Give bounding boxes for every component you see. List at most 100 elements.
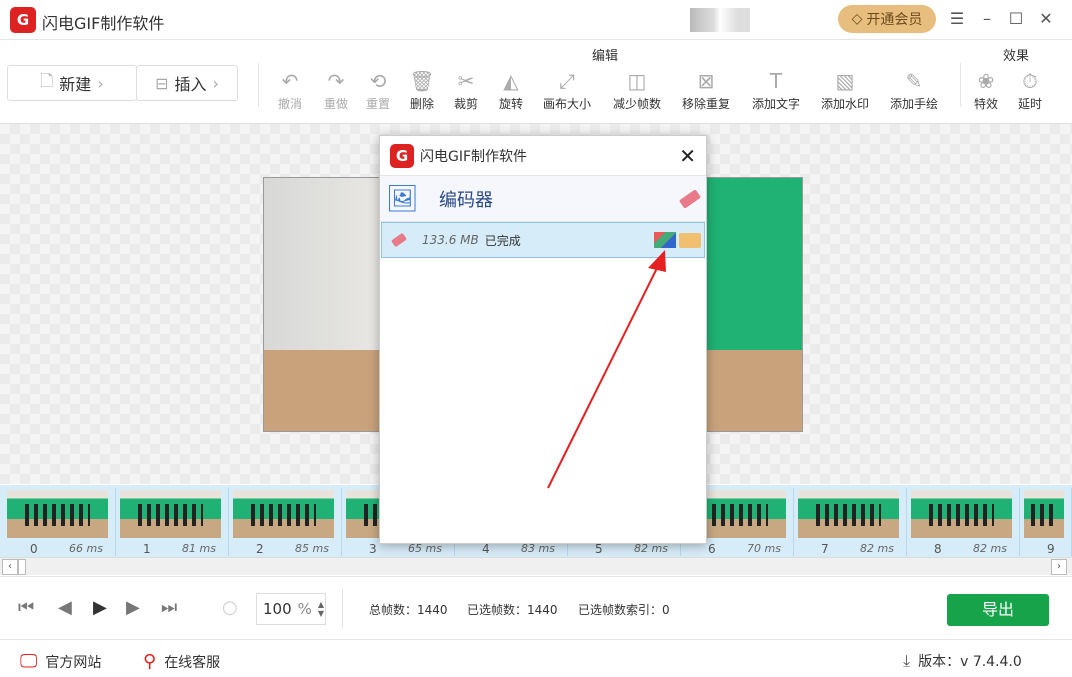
tool-6[interactable]: ⤢ 画布大小 xyxy=(537,69,597,112)
frame-thumbnail[interactable]: 2 85 ms xyxy=(231,488,342,556)
tool-icon: ✂ xyxy=(457,69,475,93)
frame-index: 7 xyxy=(821,542,829,556)
frame-image xyxy=(120,490,221,538)
tool-label: 添加手绘 xyxy=(889,97,938,111)
first-frame-icon[interactable]: ⏮ xyxy=(18,597,34,618)
frame-index: 5 xyxy=(595,542,603,556)
scroll-right-button[interactable]: › xyxy=(1051,559,1067,575)
tool-12[interactable]: ❀ 特效 xyxy=(964,69,1008,112)
tool-8[interactable]: ⊠ 移除重复 xyxy=(676,69,736,112)
export-button[interactable]: 导出 xyxy=(947,594,1049,626)
menu-icon[interactable]: ☰ xyxy=(946,8,968,30)
encoder-title: 编码器 xyxy=(439,189,494,211)
frame-thumbnail[interactable]: 7 82 ms xyxy=(796,488,907,556)
tool-label: 重置 xyxy=(365,97,390,111)
tool-label: 延时 xyxy=(1017,97,1042,111)
tool-10[interactable]: ▧ 添加水印 xyxy=(815,69,875,112)
frame-index: 9 xyxy=(1047,542,1055,556)
close-button[interactable]: ✕ xyxy=(1035,8,1057,30)
vip-button[interactable]: ◇ 开通会员 xyxy=(838,5,936,33)
website-link[interactable]: 🖵 官方网站 xyxy=(20,651,101,672)
dialog-close-button[interactable]: ✕ xyxy=(679,144,696,168)
tool-11[interactable]: ✎ 添加手绘 xyxy=(884,69,944,112)
tool-icon: ❀ xyxy=(977,69,995,93)
prev-frame-icon[interactable]: ◀ xyxy=(58,597,72,618)
scroll-left-button[interactable]: ‹ xyxy=(2,559,18,575)
annotation-arrow xyxy=(547,250,666,489)
insert-button[interactable]: ⊟ 插入 › xyxy=(136,65,238,101)
tool-label: 删除 xyxy=(409,97,434,111)
tool-label: 画布大小 xyxy=(542,97,591,111)
frame-delay: 81 ms xyxy=(182,542,216,555)
clear-all-eraser-icon[interactable] xyxy=(678,189,702,209)
new-file-icon: 🗋 xyxy=(40,70,54,90)
frame-image xyxy=(7,490,108,538)
frame-thumbnail[interactable]: 1 81 ms xyxy=(118,488,229,556)
selected-frames: 已选帧数：1440 xyxy=(467,603,558,617)
frame-delay: 85 ms xyxy=(295,542,329,555)
horizontal-scrollbar[interactable]: ‹ › xyxy=(0,557,1072,575)
maximize-button[interactable]: ☐ xyxy=(1005,8,1027,30)
frame-index: 3 xyxy=(369,542,377,556)
support-label: 在线客服 xyxy=(164,654,221,671)
divider xyxy=(342,589,343,629)
tool-icon: ◫ xyxy=(627,69,647,93)
tool-13[interactable]: ⏱ 延时 xyxy=(1008,69,1052,112)
tool-icon: ↶ xyxy=(281,69,299,93)
frame-delay: 82 ms xyxy=(973,542,1007,555)
playback-controls: ⏮ ◀ ▶ ▶ ⏭ ○ 100% ▲ ▼ 总帧数：1440 已选帧数：1440 已选… xyxy=(0,576,1072,640)
frame-index: 4 xyxy=(482,542,490,556)
arrow-line xyxy=(547,261,661,489)
insert-icon: ⊟ xyxy=(155,73,169,93)
file-size: 133.6 MB xyxy=(422,233,479,247)
total-frames: 总帧数：1440 xyxy=(369,603,448,617)
version-label: 版本：v 7.4.4.0 xyxy=(918,654,1022,670)
eraser-icon[interactable] xyxy=(390,232,408,248)
frame-thumbnail[interactable]: 0 66 ms xyxy=(5,488,116,556)
play-icon[interactable]: ▶ xyxy=(93,597,107,618)
chevron-right-icon: › xyxy=(212,73,219,93)
support-link[interactable]: ⚲ 在线客服 xyxy=(143,651,220,672)
effect-group-label: 效果 xyxy=(1003,49,1030,64)
tool-label: 特效 xyxy=(973,97,998,111)
new-button[interactable]: 🗋 新建 › xyxy=(7,65,137,101)
frame-delay: 66 ms xyxy=(69,542,103,555)
insert-label: 插入 xyxy=(174,75,207,94)
tool-label: 减少帧数 xyxy=(612,97,661,111)
zoom-stepper[interactable]: ▲ ▼ xyxy=(318,600,324,618)
frame-thumbnail[interactable]: 8 82 ms xyxy=(909,488,1020,556)
frame-image xyxy=(911,490,1012,538)
selected-index: 已选帧数索引：0 xyxy=(578,603,670,617)
minimize-button[interactable]: – xyxy=(976,8,998,30)
next-frame-icon[interactable]: ▶ xyxy=(126,597,140,618)
frame-index: 0 xyxy=(30,542,38,556)
tool-label: 撤消 xyxy=(277,97,302,111)
tool-icon: ✎ xyxy=(905,69,923,93)
frame-thumbnail[interactable]: 9 xyxy=(1022,488,1072,556)
user-icon: ⚲ xyxy=(143,651,157,672)
last-frame-icon[interactable]: ⏭ xyxy=(161,597,177,618)
footer: 🖵 官方网站 ⚲ 在线客服 ⤓ 版本：v 7.4.4.0 xyxy=(0,641,1072,677)
version-info[interactable]: ⤓ 版本：v 7.4.4.0 xyxy=(903,651,1022,671)
scroll-thumb[interactable] xyxy=(18,559,26,575)
user-avatar-blurred[interactable] xyxy=(690,8,750,32)
frame-delay: 70 ms xyxy=(747,542,781,555)
frame-index: 2 xyxy=(256,542,264,556)
tool-7[interactable]: ◫ 减少帧数 xyxy=(607,69,667,112)
zoom-value: 100 xyxy=(263,600,292,618)
status-text: 已完成 xyxy=(484,233,521,248)
tool-icon: ⤢ xyxy=(559,69,575,93)
open-folder-icon[interactable] xyxy=(679,233,701,248)
arrow-head xyxy=(648,250,666,272)
tool-icon: ⟲ xyxy=(369,69,387,93)
tool-9[interactable]: T 添加文字 xyxy=(746,69,806,112)
download-icon: ⤓ xyxy=(903,651,911,670)
zoom-input[interactable]: 100% ▲ ▼ xyxy=(256,593,326,625)
tool-label: 裁剪 xyxy=(453,97,478,111)
tool-label: 添加水印 xyxy=(820,97,869,111)
monitor-icon: 🖵 xyxy=(20,651,38,672)
tool-label: 旋转 xyxy=(498,97,523,111)
tool-5[interactable]: ◭ 旋转 xyxy=(481,69,541,112)
encoder-section: 🖼 编码器 xyxy=(380,176,706,222)
tool-icon: ⊠ xyxy=(697,69,715,93)
